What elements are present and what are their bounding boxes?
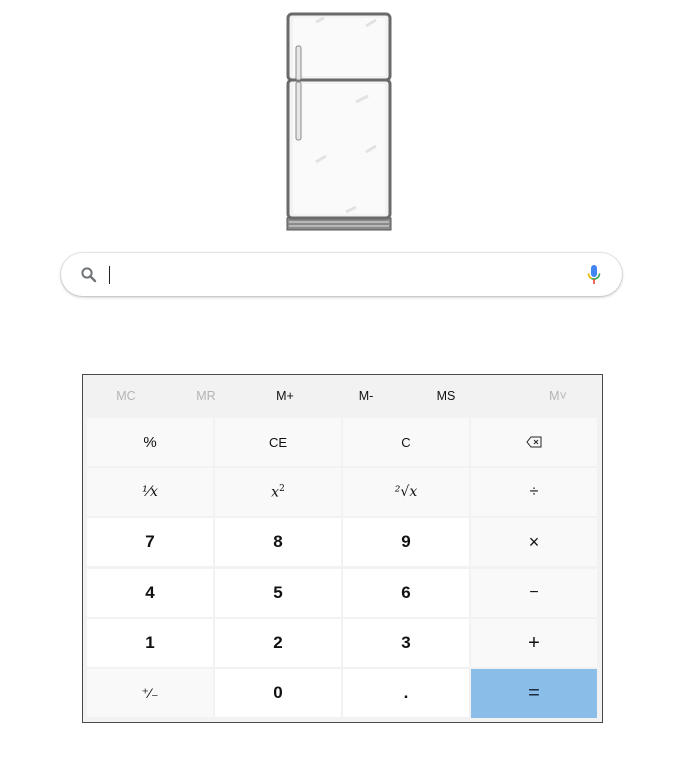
square-button[interactable]: x2 — [215, 468, 341, 516]
digit-2-button[interactable]: 2 — [215, 619, 341, 667]
percent-button[interactable]: % — [87, 418, 213, 466]
search-bar[interactable] — [61, 253, 622, 296]
backspace-button[interactable] — [471, 418, 597, 466]
search-input[interactable] — [113, 261, 577, 290]
search-icon — [81, 267, 97, 283]
memory-list-button[interactable]: M˅ — [518, 389, 598, 403]
digit-9-button[interactable]: 9 — [343, 518, 469, 566]
square-root-button[interactable]: ²√x — [343, 468, 469, 516]
clear-button[interactable]: C — [343, 418, 469, 466]
digit-0-button[interactable]: 0 — [215, 669, 341, 717]
digit-7-button[interactable]: 7 — [87, 518, 213, 566]
memory-recall-button[interactable]: MR — [166, 389, 246, 403]
multiply-button[interactable]: × — [471, 518, 597, 566]
divide-button[interactable]: ÷ — [471, 468, 597, 516]
digit-8-button[interactable]: 8 — [215, 518, 341, 566]
reciprocal-button[interactable]: ¹⁄x — [87, 468, 213, 516]
decimal-button[interactable]: . — [343, 669, 469, 717]
refrigerator-image — [286, 12, 392, 231]
digit-3-button[interactable]: 3 — [343, 619, 469, 667]
negate-button[interactable]: ⁺⁄₋ — [87, 669, 213, 717]
microphone-icon[interactable] — [587, 264, 601, 286]
digit-1-button[interactable]: 1 — [87, 619, 213, 667]
backspace-icon — [526, 436, 542, 448]
memory-row: MC MR M+ M- MS M˅ — [83, 375, 602, 417]
memory-subtract-button[interactable]: M- — [326, 389, 406, 403]
memory-clear-button[interactable]: MC — [86, 389, 166, 403]
calculator: MC MR M+ M- MS M˅ % CE C ¹⁄x x2 ²√x ÷ 7 … — [82, 374, 603, 723]
text-caret — [109, 266, 110, 284]
keypad: % CE C ¹⁄x x2 ²√x ÷ 7 8 9 × 4 5 6 − 1 2 … — [87, 417, 600, 720]
equals-button[interactable]: = — [471, 669, 597, 718]
memory-add-button[interactable]: M+ — [245, 389, 325, 403]
add-button[interactable]: + — [471, 619, 597, 667]
digit-6-button[interactable]: 6 — [343, 569, 469, 617]
memory-store-button[interactable]: MS — [406, 389, 486, 403]
digit-4-button[interactable]: 4 — [87, 569, 213, 617]
subtract-button[interactable]: − — [471, 569, 597, 617]
clear-entry-button[interactable]: CE — [215, 418, 341, 466]
digit-5-button[interactable]: 5 — [215, 569, 341, 617]
